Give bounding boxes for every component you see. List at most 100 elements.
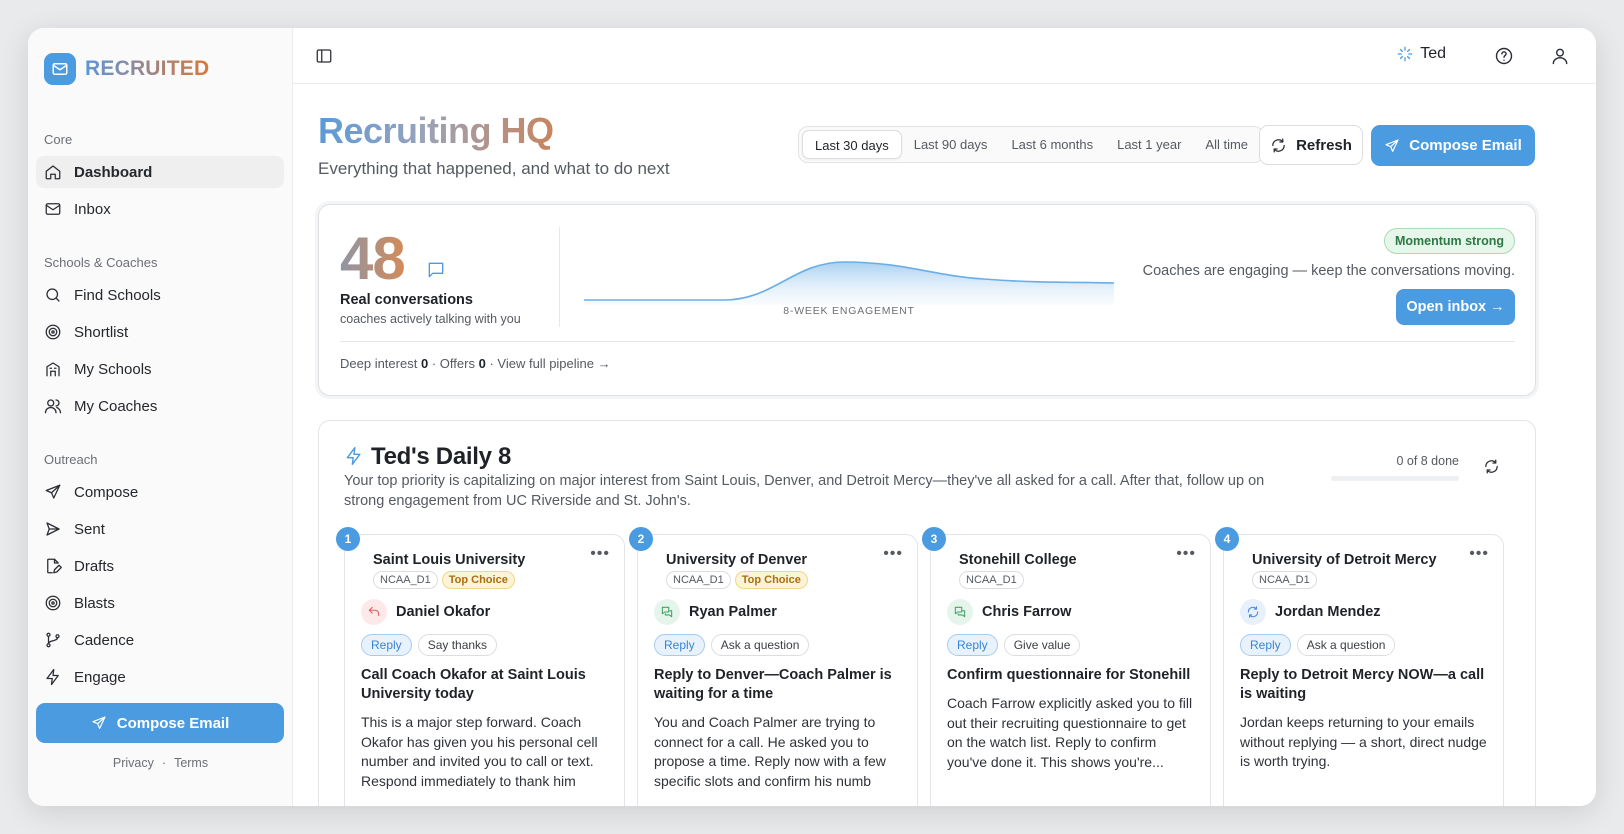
refresh-label: Refresh xyxy=(1296,136,1352,154)
task-card[interactable]: 1 Saint Louis University ••• NCAA_D1 Top… xyxy=(336,527,625,806)
sidebar-item-label: Cadence xyxy=(74,631,135,649)
sidebar-item-label: Inbox xyxy=(74,200,111,218)
send-icon xyxy=(44,483,62,501)
sidebar-item-cadence[interactable]: Cadence xyxy=(36,624,284,656)
date-range-selector: Last 30 days Last 90 days Last 6 months … xyxy=(798,126,1265,163)
sidebar-item-sent[interactable]: Sent xyxy=(36,513,284,545)
task-tags: NCAA_D1 Top Choice xyxy=(666,571,812,589)
sidebar-item-shortlist[interactable]: Shortlist xyxy=(36,316,284,348)
secondary-action-chip[interactable]: Say thanks xyxy=(417,634,498,656)
sidebar-item-drafts[interactable]: Drafts xyxy=(36,550,284,582)
nav-heading: Schools & Coaches xyxy=(44,255,158,270)
sidebar-item-inbox[interactable]: Inbox xyxy=(36,193,284,225)
app-window: RECRUITED Core Dashboard Inbox Schools &… xyxy=(28,28,1596,806)
secondary-action-chip[interactable]: Ask a question xyxy=(1296,634,1396,656)
bolt-icon xyxy=(344,446,364,466)
range-all-time[interactable]: All time xyxy=(1193,130,1260,159)
top-choice-tag: Top Choice xyxy=(441,571,515,589)
sidebar-toggle-icon[interactable] xyxy=(315,47,333,65)
header-compose-email-button[interactable]: Compose Email xyxy=(1371,125,1535,166)
nav-section-core: Core Dashboard Inbox xyxy=(36,130,284,230)
more-options-icon[interactable]: ••• xyxy=(1176,545,1196,563)
brand-logo[interactable]: RECRUITED xyxy=(44,53,209,85)
footer-separator: · xyxy=(161,756,167,770)
terms-link[interactable]: Terms xyxy=(174,756,208,770)
sidebar-item-label: Shortlist xyxy=(74,323,129,341)
sidebar-item-compose[interactable]: Compose xyxy=(36,476,284,508)
sidebar-compose-email-button[interactable]: Compose Email xyxy=(36,703,284,743)
secondary-action-chip[interactable]: Ask a question xyxy=(710,634,810,656)
coach-name: Daniel Okafor xyxy=(396,604,491,620)
target-icon xyxy=(44,323,62,341)
range-last-30-days[interactable]: Last 30 days xyxy=(802,130,902,159)
help-icon[interactable] xyxy=(1494,46,1514,66)
sidebar-item-label: My Schools xyxy=(74,360,152,378)
user-name: Ted xyxy=(1420,45,1446,62)
task-card[interactable]: 4 University of Detroit Mercy ••• NCAA_D… xyxy=(1215,527,1504,806)
sidebar-item-engage[interactable]: Engage xyxy=(36,661,284,693)
sidebar-item-label: Blasts xyxy=(74,594,115,612)
nav-section-schools: Schools & Coaches Find Schools Shortlist… xyxy=(36,253,284,427)
privacy-link[interactable]: Privacy xyxy=(113,756,154,770)
more-options-icon[interactable]: ••• xyxy=(1469,545,1489,563)
sidebar-item-find-schools[interactable]: Find Schools xyxy=(36,279,284,311)
sidebar-item-my-schools[interactable]: My Schools xyxy=(36,353,284,385)
reply-chip[interactable]: Reply xyxy=(947,634,998,656)
reply-chip[interactable]: Reply xyxy=(1240,634,1291,656)
reply-arrow-icon xyxy=(361,599,387,625)
sidebar: RECRUITED Core Dashboard Inbox Schools &… xyxy=(28,28,293,806)
secondary-action-chip[interactable]: Give value xyxy=(1003,634,1081,656)
refresh-icon xyxy=(1272,137,1285,153)
task-school-name: University of Detroit Mercy xyxy=(1252,552,1437,568)
pipeline-summary: Deep interest 0 · Offers 0 · View full p… xyxy=(340,356,611,371)
task-card[interactable]: 2 University of Denver ••• NCAA_D1 Top C… xyxy=(629,527,918,806)
refresh-button[interactable]: Refresh xyxy=(1259,125,1363,165)
range-last-90-days[interactable]: Last 90 days xyxy=(902,130,1000,159)
action-chips: Reply Give value xyxy=(947,634,1086,656)
daily-refresh-icon[interactable] xyxy=(1483,458,1500,475)
sidebar-item-label: Drafts xyxy=(74,557,115,575)
range-last-6-months[interactable]: Last 6 months xyxy=(999,130,1105,159)
reply-chip[interactable]: Reply xyxy=(361,634,412,656)
engagement-sparkline xyxy=(584,261,1114,305)
task-school-name: Saint Louis University xyxy=(373,552,526,568)
task-tags: NCAA_D1 xyxy=(1252,571,1321,589)
more-options-icon[interactable]: ••• xyxy=(883,545,903,563)
task-number: 1 xyxy=(336,527,360,551)
users-icon xyxy=(44,397,62,415)
topbar: Ted xyxy=(293,28,1596,84)
conversation-count: 48 xyxy=(340,225,406,292)
daily-8-description: Your top priority is capitalizing on maj… xyxy=(344,473,1265,509)
conversations-sublabel: coaches actively talking with you xyxy=(340,312,521,326)
more-options-icon[interactable]: ••• xyxy=(590,545,610,563)
reply-chip[interactable]: Reply xyxy=(654,634,705,656)
sidebar-item-dashboard[interactable]: Dashboard xyxy=(36,156,284,188)
sparkle-icon xyxy=(1397,46,1413,62)
chat-icon xyxy=(947,599,973,625)
daily-8-title: Ted's Daily 8 xyxy=(371,443,512,470)
brand-name: RECRUITED xyxy=(85,57,210,80)
footer-links: Privacy · Terms xyxy=(28,756,293,770)
view-pipeline-link[interactable]: View full pipeline → xyxy=(497,356,610,371)
user-menu-chip[interactable]: Ted xyxy=(1396,45,1446,63)
deep-interest-label: Deep interest xyxy=(340,356,418,371)
open-inbox-button[interactable]: Open inbox → xyxy=(1396,289,1515,325)
sidebar-item-my-coaches[interactable]: My Coaches xyxy=(36,390,284,422)
task-school-name: Stonehill College xyxy=(959,552,1077,568)
top-choice-tag: Top Choice xyxy=(734,571,808,589)
nav-heading: Outreach xyxy=(44,452,98,467)
task-headline: Reply to Detroit Mercy NOW—a call is wai… xyxy=(1240,667,1485,702)
nav-section-outreach: Outreach Compose Sent Drafts Blasts Cade… xyxy=(36,450,284,698)
send-icon xyxy=(92,716,106,729)
task-card[interactable]: 3 Stonehill College ••• NCAA_D1 Chris Fa… xyxy=(922,527,1211,806)
sidebar-item-blasts[interactable]: Blasts xyxy=(36,587,284,619)
divider xyxy=(340,341,1515,342)
coach-name: Jordan Mendez xyxy=(1275,604,1381,620)
profile-icon[interactable] xyxy=(1550,46,1570,66)
task-body: This is a major step forward. Coach Okaf… xyxy=(361,714,598,789)
range-last-1-year[interactable]: Last 1 year xyxy=(1105,130,1193,159)
compose-email-label: Compose Email xyxy=(1409,137,1522,154)
daily-8-card: Ted's Daily 8 Your top priority is capit… xyxy=(318,420,1536,806)
coach-name: Chris Farrow xyxy=(982,604,1072,620)
conversations-stats-card: 48 Real conversations coaches actively t… xyxy=(318,204,1536,396)
